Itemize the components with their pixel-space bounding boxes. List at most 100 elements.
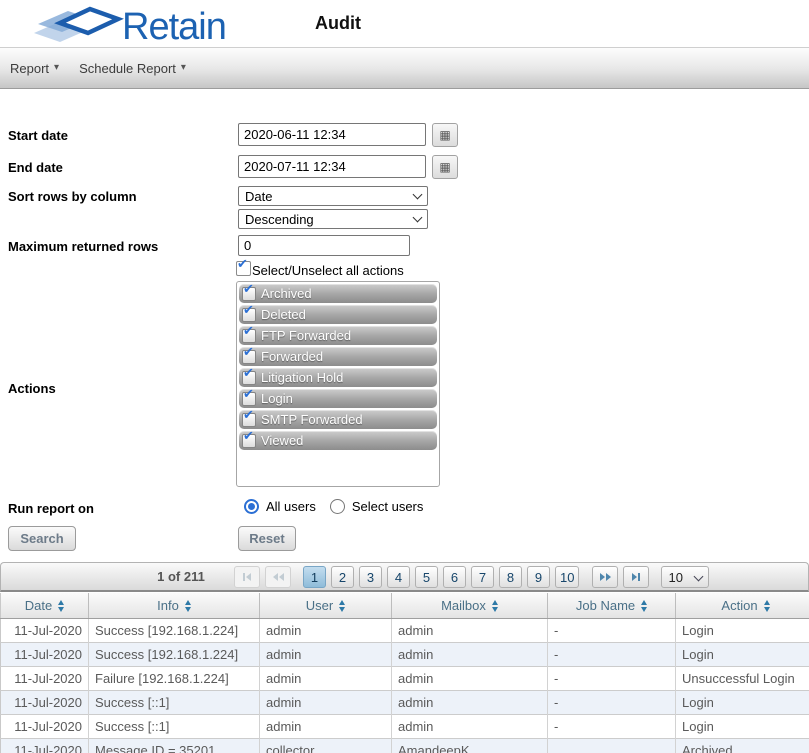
page-button-9[interactable]: 9 bbox=[527, 566, 550, 588]
sort-icon bbox=[58, 600, 64, 612]
start-date-calendar-button[interactable]: ▦ bbox=[432, 123, 458, 147]
check-icon: ✔ bbox=[237, 257, 248, 270]
column-header-label: Info bbox=[157, 598, 179, 613]
page-button-1[interactable]: 1 bbox=[303, 566, 326, 588]
cell: admin bbox=[260, 619, 392, 643]
sort-rows-label: Sort rows by column bbox=[8, 189, 137, 204]
start-date-input[interactable] bbox=[238, 123, 426, 146]
table-row[interactable]: 11-Jul-2020Message ID = 35201collectorAm… bbox=[1, 739, 809, 753]
next-page-icon bbox=[600, 573, 611, 581]
cell: admin bbox=[392, 619, 548, 643]
action-item[interactable]: ✔ FTP Forwarded bbox=[239, 326, 437, 345]
cell: 11-Jul-2020 bbox=[1, 739, 89, 753]
sort-icon bbox=[764, 600, 770, 612]
sort-column-value: Date bbox=[245, 189, 414, 204]
calendar-icon: ▦ bbox=[439, 161, 450, 173]
actions-label: Actions bbox=[8, 381, 56, 396]
sort-column-select[interactable]: Date bbox=[238, 186, 428, 206]
menubar: Report ▾ Schedule Report ▾ bbox=[0, 48, 809, 89]
action-item[interactable]: ✔SMTP Forwarded bbox=[239, 410, 437, 429]
column-header-date[interactable]: Date bbox=[1, 593, 89, 619]
table-row[interactable]: 11-Jul-2020Success [::1]adminadmin-Login bbox=[1, 715, 809, 739]
column-header-label: Action bbox=[721, 598, 757, 613]
max-rows-label: Maximum returned rows bbox=[8, 239, 158, 254]
cell: admin bbox=[260, 715, 392, 739]
page-button-5[interactable]: 5 bbox=[415, 566, 438, 588]
first-page-icon bbox=[243, 573, 251, 581]
page-button-4[interactable]: 4 bbox=[387, 566, 410, 588]
radio-icon[interactable] bbox=[244, 499, 259, 514]
next-page-button[interactable] bbox=[592, 566, 618, 588]
action-item[interactable]: ✔Litigation Hold bbox=[239, 368, 437, 387]
cell: Unsuccessful Login bbox=[676, 667, 809, 691]
page-button-8[interactable]: 8 bbox=[499, 566, 522, 588]
paginator-controls: 12345678910 10 bbox=[234, 566, 709, 588]
radio-option[interactable]: All users bbox=[244, 499, 316, 514]
menu-report-label: Report bbox=[10, 61, 49, 76]
column-header-label: Mailbox bbox=[441, 598, 486, 613]
reset-button[interactable]: Reset bbox=[238, 526, 296, 551]
check-icon: ✔ bbox=[243, 429, 254, 442]
last-page-button[interactable] bbox=[623, 566, 649, 588]
cell: - bbox=[548, 715, 676, 739]
radio-option[interactable]: Select users bbox=[330, 499, 424, 514]
page-button-6[interactable]: 6 bbox=[443, 566, 466, 588]
cell: Message ID = 35201 bbox=[89, 739, 260, 753]
page-button-10[interactable]: 10 bbox=[555, 566, 579, 588]
check-icon: ✔ bbox=[243, 282, 254, 295]
end-date-calendar-button[interactable]: ▦ bbox=[432, 155, 458, 179]
run-report-on-radios: All users Select users bbox=[244, 499, 423, 514]
cell: admin bbox=[392, 691, 548, 715]
cell: collector bbox=[260, 739, 392, 753]
run-report-on-label: Run report on bbox=[8, 501, 94, 516]
page-buttons: 12345678910 bbox=[303, 566, 579, 588]
column-header-action[interactable]: Action bbox=[676, 593, 809, 619]
cell: - bbox=[548, 667, 676, 691]
action-item[interactable]: ✔Archived bbox=[239, 284, 437, 303]
cell: 11-Jul-2020 bbox=[1, 691, 89, 715]
action-item[interactable]: ✔Login bbox=[239, 389, 437, 408]
checkbox-icon: ✔ bbox=[242, 287, 256, 301]
checkbox-icon: ✔ bbox=[242, 329, 256, 343]
end-date-input[interactable] bbox=[238, 155, 426, 178]
cell bbox=[548, 739, 676, 753]
action-item-label: Forwarded bbox=[261, 349, 323, 364]
cell: admin bbox=[392, 643, 548, 667]
app-header: Retain Audit bbox=[0, 0, 809, 48]
action-item[interactable]: ✔Deleted bbox=[239, 305, 437, 324]
menu-schedule-report[interactable]: Schedule Report ▾ bbox=[79, 61, 186, 76]
action-item[interactable]: ✔Viewed bbox=[239, 431, 437, 450]
action-item[interactable]: ✔Forwarded bbox=[239, 347, 437, 366]
radio-icon[interactable] bbox=[330, 499, 345, 514]
search-button[interactable]: Search bbox=[8, 526, 76, 551]
page-count: 1 of 211 bbox=[141, 563, 221, 589]
table-body: 11-Jul-2020Success [192.168.1.224]admina… bbox=[1, 619, 809, 753]
page-button-2[interactable]: 2 bbox=[331, 566, 354, 588]
cell: 11-Jul-2020 bbox=[1, 619, 89, 643]
table-row[interactable]: 11-Jul-2020Failure [192.168.1.224]admina… bbox=[1, 667, 809, 691]
page-title: Audit bbox=[315, 13, 361, 34]
action-item-label: FTP Forwarded bbox=[261, 328, 351, 343]
column-header-info[interactable]: Info bbox=[89, 593, 260, 619]
column-header-user[interactable]: User bbox=[260, 593, 392, 619]
select-all-checkbox[interactable]: ✔ bbox=[236, 261, 251, 276]
column-header-label: User bbox=[306, 598, 333, 613]
cell: 11-Jul-2020 bbox=[1, 715, 89, 739]
table-row[interactable]: 11-Jul-2020Success [192.168.1.224]admina… bbox=[1, 643, 809, 667]
checkbox-icon: ✔ bbox=[242, 392, 256, 406]
column-header-job-name[interactable]: Job Name bbox=[548, 593, 676, 619]
menu-report[interactable]: Report ▾ bbox=[10, 61, 59, 76]
cell: - bbox=[548, 691, 676, 715]
checkbox-icon: ✔ bbox=[242, 371, 256, 385]
table-row[interactable]: 11-Jul-2020Success [192.168.1.224]admina… bbox=[1, 619, 809, 643]
previous-page-button[interactable] bbox=[265, 566, 291, 588]
page-button-3[interactable]: 3 bbox=[359, 566, 382, 588]
page-button-7[interactable]: 7 bbox=[471, 566, 494, 588]
max-rows-input[interactable] bbox=[238, 235, 410, 256]
sort-direction-select[interactable]: Descending bbox=[238, 209, 428, 229]
page-size-select[interactable]: 10 bbox=[661, 566, 709, 588]
first-page-button[interactable] bbox=[234, 566, 260, 588]
chevron-down-icon bbox=[413, 212, 423, 222]
column-header-mailbox[interactable]: Mailbox bbox=[392, 593, 548, 619]
table-row[interactable]: 11-Jul-2020Success [::1]adminadmin-Login bbox=[1, 691, 809, 715]
